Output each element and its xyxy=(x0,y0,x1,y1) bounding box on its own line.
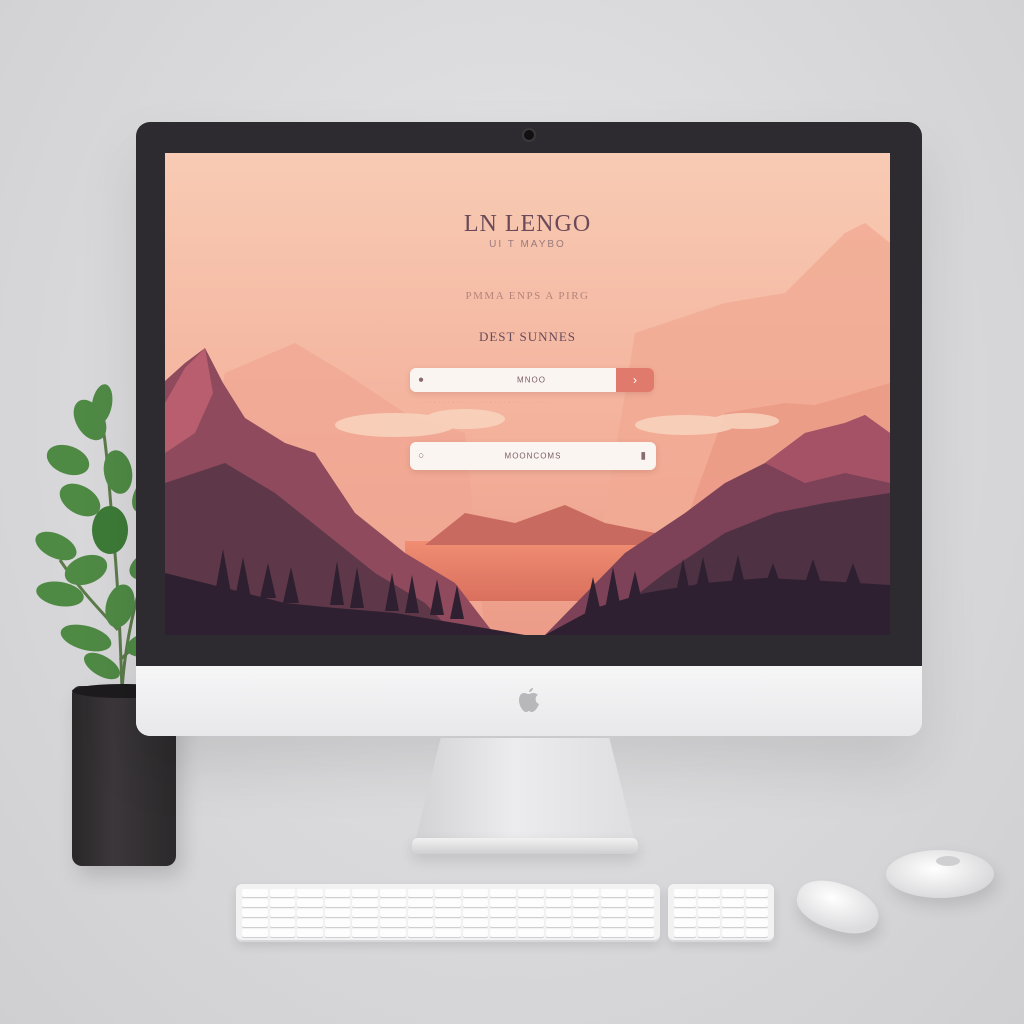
trackball-mouse[interactable] xyxy=(886,850,994,898)
mouse[interactable] xyxy=(790,872,886,942)
numpad-keys xyxy=(674,889,768,937)
app-tagline: PMMA ENPS A PIRG xyxy=(465,290,590,302)
keyboard-keys xyxy=(242,889,654,937)
desk-scene: LN LENGO UI T MAYBO PMMA ENPS A PIRG DES… xyxy=(0,0,1024,1024)
login-ui: LN LENGO UI T MAYBO PMMA ENPS A PIRG DES… xyxy=(165,153,890,635)
numeric-keypad[interactable] xyxy=(668,884,774,942)
app-subtitle: UI T MAYBO xyxy=(489,239,566,250)
monitor-bezel: LN LENGO UI T MAYBO PMMA ENPS A PIRG DES… xyxy=(136,122,922,666)
username-input[interactable]: ○ MOONCOMS ▮ xyxy=(410,442,656,470)
monitor-stand xyxy=(414,738,636,846)
mouse-wheel[interactable] xyxy=(936,856,960,866)
app-title: LN LENGO xyxy=(463,211,592,237)
keyboard[interactable] xyxy=(236,884,660,942)
arrow-right-icon: › xyxy=(633,373,637,387)
monitor-stand-base xyxy=(412,838,638,854)
username-input-placeholder: MOONCOMS xyxy=(504,451,562,461)
webcam-icon xyxy=(524,130,534,140)
monitor-screen: LN LENGO UI T MAYBO PMMA ENPS A PIRG DES… xyxy=(165,153,890,635)
fine-print: · · · · · · · · · · · · · · · · · · · · … xyxy=(415,400,549,406)
apple-logo-icon xyxy=(512,680,546,720)
monitor-chin xyxy=(136,666,922,736)
submit-button[interactable]: › xyxy=(616,368,654,392)
section-label: DEST SUNNES xyxy=(478,329,577,344)
lock-icon: ▮ xyxy=(640,450,646,462)
monitor: LN LENGO UI T MAYBO PMMA ENPS A PIRG DES… xyxy=(136,122,922,736)
